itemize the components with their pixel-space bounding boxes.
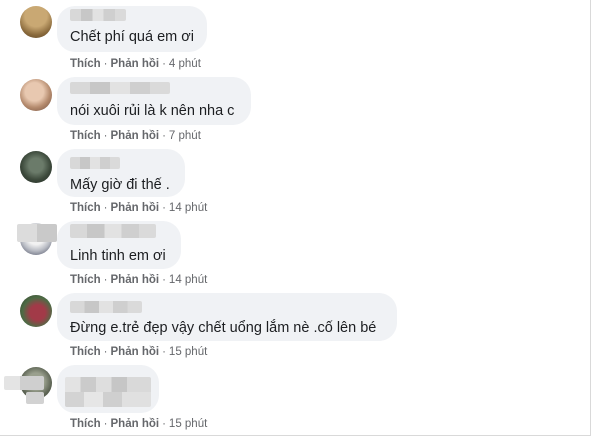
separator: ·	[162, 130, 166, 142]
comment-bubble: Mấy giờ đi thế .	[57, 149, 185, 197]
avatar[interactable]	[20, 151, 52, 183]
author-name-redacted[interactable]	[70, 224, 156, 238]
comment-bubble: Đừng e.trẻ đẹp vậy chết uổng lắm nè .cố …	[57, 293, 397, 341]
comment-text: Mấy giờ đi thế .	[70, 177, 170, 193]
like-link[interactable]: Thích	[70, 274, 101, 286]
author-name-redacted[interactable]	[70, 9, 126, 21]
comment-actions: Thích · Phản hồi · 14 phút	[70, 202, 207, 214]
comment-actions: Thích · Phản hồi · 4 phút	[70, 58, 201, 70]
like-link[interactable]: Thích	[70, 130, 101, 142]
separator: ·	[162, 274, 166, 286]
timestamp[interactable]: 14 phút	[169, 202, 207, 214]
reply-link[interactable]: Phản hồi	[111, 130, 160, 142]
separator: ·	[162, 58, 166, 70]
comment-actions: Thích · Phản hồi · 14 phút	[70, 274, 207, 286]
separator: ·	[103, 202, 108, 214]
like-link[interactable]: Thích	[70, 202, 101, 214]
comment-actions: Thích · Phản hồi · 7 phút	[70, 130, 201, 142]
like-link[interactable]: Thích	[70, 346, 101, 358]
comment-text-redacted	[65, 377, 151, 407]
separator: ·	[162, 346, 166, 358]
comment-actions: Thích · Phản hồi · 15 phút	[70, 346, 207, 358]
separator: ·	[162, 202, 166, 214]
separator: ·	[103, 58, 108, 70]
author-name-redacted[interactable]	[70, 301, 142, 313]
reply-link[interactable]: Phản hồi	[111, 202, 160, 214]
separator: ·	[162, 418, 166, 430]
avatar[interactable]	[20, 6, 52, 38]
timestamp[interactable]: 14 phút	[169, 274, 207, 286]
redaction-block	[17, 224, 57, 242]
timestamp[interactable]: 15 phút	[169, 346, 207, 358]
reply-link[interactable]: Phản hồi	[111, 58, 160, 70]
comment-bubble: Linh tinh em ơi	[57, 221, 181, 269]
like-link[interactable]: Thích	[70, 58, 101, 70]
reply-link[interactable]: Phản hồi	[111, 346, 160, 358]
comment-bubble: nói xuôi rủi là k nên nha c	[57, 77, 251, 125]
author-name-redacted[interactable]	[70, 82, 170, 94]
separator: ·	[103, 346, 108, 358]
separator: ·	[103, 130, 108, 142]
redaction-block	[4, 376, 44, 390]
comment-thread: Chết phí quá em ơi Thích · Phản hồi · 4 phút…	[0, 0, 591, 436]
comment-actions: Thích · Phản hồi · 15 phút	[70, 418, 207, 430]
comment-text: nói xuôi rủi là k nên nha c	[70, 103, 235, 119]
comment-text: Linh tinh em ơi	[70, 248, 166, 264]
redaction-block	[26, 392, 44, 404]
timestamp[interactable]: 7 phút	[169, 130, 201, 142]
comment-text: Đừng e.trẻ đẹp vậy chết uổng lắm nè .cố …	[70, 320, 377, 336]
reply-link[interactable]: Phản hồi	[111, 274, 160, 286]
timestamp[interactable]: 15 phút	[169, 418, 207, 430]
separator: ·	[103, 274, 108, 286]
like-link[interactable]: Thích	[70, 418, 101, 430]
avatar[interactable]	[20, 295, 52, 327]
avatar[interactable]	[20, 79, 52, 111]
separator: ·	[103, 418, 108, 430]
comment-bubble	[57, 365, 159, 413]
timestamp[interactable]: 4 phút	[169, 58, 201, 70]
author-name-redacted[interactable]	[70, 157, 120, 169]
comment-text: Chết phí quá em ơi	[70, 29, 194, 45]
comment-bubble: Chết phí quá em ơi	[57, 6, 207, 52]
reply-link[interactable]: Phản hồi	[111, 418, 160, 430]
